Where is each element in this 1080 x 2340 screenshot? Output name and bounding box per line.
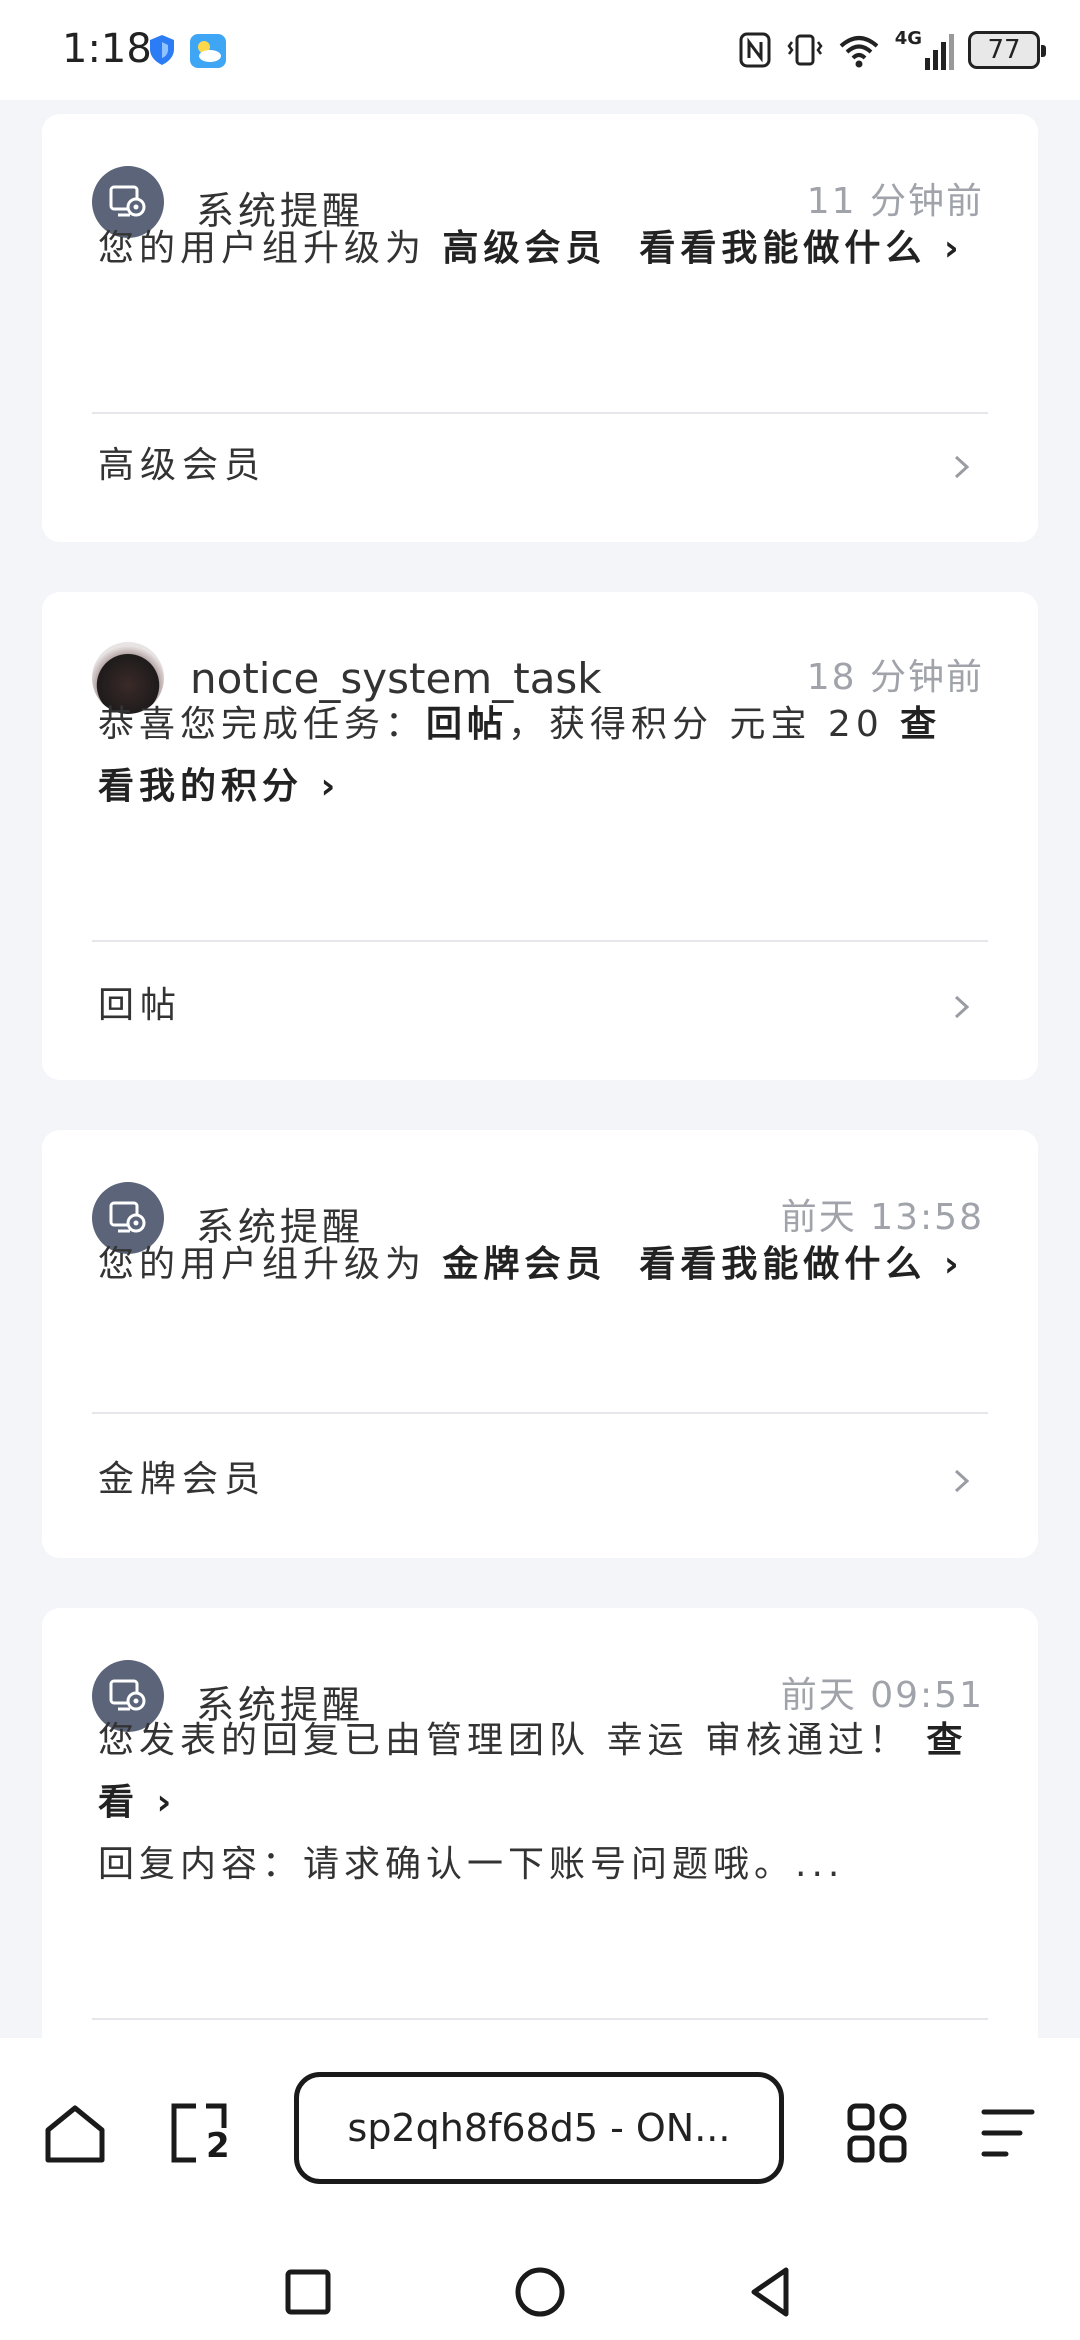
tab-count: 2 [206, 2126, 230, 2166]
message-link[interactable]: 看看我能做什么 › [639, 1244, 963, 1285]
notification-message: 您的用户组升级为 金牌会员 看看我能做什么 › [98, 1234, 978, 1296]
home-nav-icon[interactable] [510, 2262, 570, 2322]
message-link-label: 看看我能做什么 [639, 228, 927, 269]
link-row-label: 金牌会员 [98, 1459, 267, 1500]
reply-content: 回复内容：请求确认一下账号问题哦。... [98, 1844, 845, 1885]
link-row[interactable]: 高级会员 [98, 436, 988, 496]
divider [92, 412, 988, 414]
network-type: 4G [894, 28, 922, 49]
status-time: 1:18 [62, 26, 152, 72]
battery-indicator: 77 [968, 31, 1046, 69]
recents-icon[interactable] [278, 2262, 338, 2322]
address-bar[interactable]: sp2qh8f68d5 - ON... [294, 2072, 784, 2184]
message-highlight: 金牌会员 [442, 1244, 607, 1285]
notification-message: 恭喜您完成任务：回帖，获得积分 元宝 20 查看我的积分 › [98, 694, 978, 818]
divider [92, 2018, 988, 2020]
notification-card: notice_system_task 18 分钟前 恭喜您完成任务：回帖，获得积… [42, 592, 1038, 1080]
back-icon[interactable] [742, 2262, 802, 2322]
timestamp: 前天 13:58 [780, 1197, 984, 1238]
timestamp: 11 分钟前 [806, 181, 984, 222]
notification-message: 您的用户组升级为 高级会员 看看我能做什么 › [98, 218, 978, 280]
page-title: sp2qh8f68d5 - ON... [347, 2106, 731, 2150]
timestamp: 18 分钟前 [806, 657, 984, 698]
message-text: 您的用户组升级为 [98, 228, 443, 269]
battery-level: 77 [987, 35, 1021, 65]
status-bar: 1:18 4G 77 [0, 0, 1080, 100]
message-link-label: 看看我能做什么 [639, 1244, 927, 1285]
message-text-mid: ，获得积分 元宝 20 [508, 704, 901, 745]
message-highlight: 高级会员 [442, 228, 607, 269]
message-link[interactable]: 看看我能做什么 › [639, 228, 963, 269]
tabs-button[interactable]: 2 [166, 2098, 236, 2168]
status-icons: 4G 77 [737, 28, 1046, 72]
apps-grid-icon[interactable] [842, 2098, 912, 2168]
home-icon[interactable] [40, 2098, 110, 2168]
chevron-right-icon [954, 995, 970, 1019]
divider [92, 1412, 988, 1414]
message-highlight: 回帖 [426, 704, 509, 745]
message-text: 您发表的回复已由管理团队 幸运 审核通过！ [98, 1720, 910, 1761]
link-row[interactable]: 金牌会员 [98, 1450, 988, 1510]
wifi-icon [839, 36, 879, 68]
weather-icon [190, 34, 226, 68]
link-row-label: 回帖 [98, 985, 183, 1026]
browser-toolbar: 2 sp2qh8f68d5 - ON... [0, 2038, 1080, 2340]
chevron-right-icon [954, 455, 970, 479]
signal-icon: 4G [895, 30, 954, 70]
notification-card: 系统提醒 11 分钟前 您的用户组升级为 高级会员 看看我能做什么 › 高级会员 [42, 114, 1038, 542]
vibrate-icon [787, 34, 823, 66]
notification-card: 系统提醒 前天 09:51 您发表的回复已由管理团队 幸运 审核通过！ 查看 ›… [42, 1608, 1038, 2038]
chevron-right-icon [954, 1469, 970, 1493]
divider [92, 940, 988, 942]
message-text: 恭喜您完成任务： [98, 704, 427, 745]
notification-list[interactable]: 系统提醒 11 分钟前 您的用户组升级为 高级会员 看看我能做什么 › 高级会员… [0, 100, 1080, 2038]
message-text: 您的用户组升级为 [98, 1244, 443, 1285]
link-row-label: 高级会员 [98, 445, 267, 486]
menu-icon[interactable] [970, 2098, 1040, 2168]
notification-card: 系统提醒 前天 13:58 您的用户组升级为 金牌会员 看看我能做什么 › 金牌… [42, 1130, 1038, 1558]
link-row[interactable]: 回帖 [98, 976, 988, 1036]
shield-icon [150, 35, 174, 65]
nfc-icon [739, 32, 771, 68]
notification-message: 您发表的回复已由管理团队 幸运 审核通过！ 查看 › 回复内容：请求确认一下账号… [98, 1710, 978, 1896]
